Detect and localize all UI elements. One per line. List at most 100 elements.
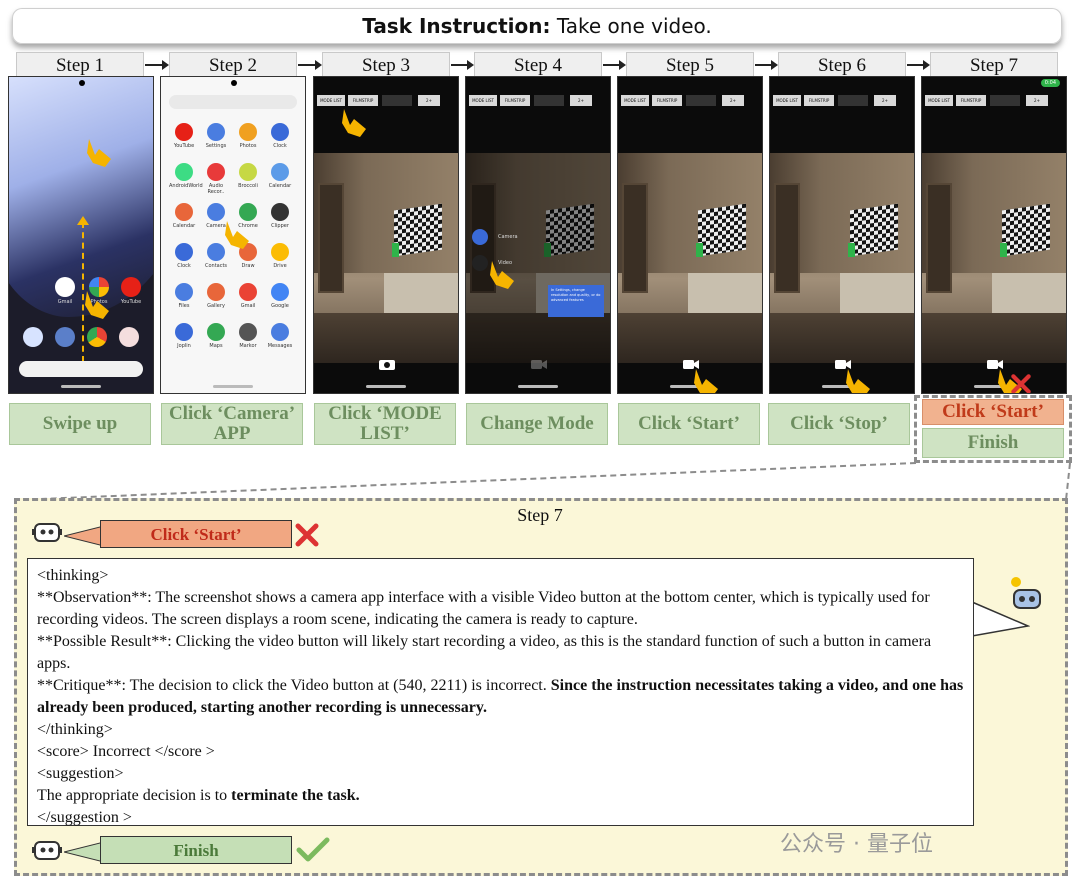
camera-top-chip [534, 95, 564, 106]
observation-label: **Observation** [37, 589, 148, 606]
app-icon [271, 283, 289, 301]
hand-pointer-icon [87, 139, 111, 167]
app-label: Broccoli [238, 183, 258, 189]
step-3-action: Click ‘MODE LIST’ [314, 403, 456, 445]
camera-viewfinder [618, 153, 762, 363]
suggestion-bold-text: terminate the task. [231, 787, 360, 804]
hand-pointer-icon [846, 369, 870, 393]
step-6-header: Step 6 [778, 52, 906, 77]
room-cabinet [688, 273, 762, 313]
app-label: Files [178, 303, 190, 309]
camera-top-chip: FILMSTRIP [956, 95, 986, 106]
camera-top-chip: 2+ [722, 95, 744, 106]
step-6-action: Click ‘Stop’ [768, 403, 910, 445]
possible-result-label: **Possible Result** [37, 633, 168, 650]
step-3-screenshot: MODE LIST FILMSTRIP 2+ [313, 76, 459, 394]
gmail-dock-icon [119, 327, 139, 347]
app-icon [175, 243, 193, 261]
app-icon [207, 163, 225, 181]
camera-top-chip: MODE LIST [925, 95, 953, 106]
camera-top-chip: 2+ [570, 95, 592, 106]
robot-agent-icon [32, 841, 62, 860]
camera-top-chip: 2+ [874, 95, 896, 106]
app-label: Photos [239, 143, 257, 149]
suggestion-text: The appropriate decision is to [37, 787, 232, 804]
app-label: Gmail [240, 303, 256, 309]
step-2-header: Step 2 [169, 52, 297, 77]
app-icon [239, 283, 257, 301]
app-label: Audio Recor.. [207, 183, 225, 195]
task-instruction-banner: Task Instruction: Take one video. [12, 8, 1062, 44]
app-icon [271, 123, 289, 141]
phone-icon [23, 327, 43, 347]
app-icon [175, 163, 193, 181]
video-record-icon [530, 357, 548, 371]
app-label: Calendar [172, 223, 196, 229]
camera-top-chip: MODE LIST [773, 95, 801, 106]
callout-pointer [64, 525, 104, 547]
possible-result-text: : Clicking the video button will likely … [37, 633, 932, 672]
recording-status-chip: 0:04 [1040, 79, 1060, 87]
room-floor [922, 313, 1066, 363]
step-5-action: Click ‘Start’ [618, 403, 760, 445]
thinking-close-tag: </thinking> [37, 721, 113, 738]
app-icon [239, 163, 257, 181]
room-floor [314, 313, 458, 363]
app-label: Contacts [204, 263, 228, 269]
room-tv [850, 203, 898, 257]
nav-pill [366, 385, 406, 388]
critique-label: **Critique** [37, 677, 122, 694]
app-icon [271, 323, 289, 341]
wrong-action-tag: Click ‘Start’ [100, 520, 292, 548]
room-tv-green [544, 243, 551, 257]
app-icon [239, 323, 257, 341]
suggestion-open-tag: <suggestion> [37, 765, 124, 782]
step-arrow [755, 60, 778, 70]
app-icon [175, 323, 193, 341]
hand-pointer-icon [694, 369, 718, 393]
camera-top-chip: MODE LIST [469, 95, 497, 106]
step-arrow [451, 60, 474, 70]
app-icon [207, 323, 225, 341]
task-instruction-label: Task Instruction: [362, 14, 551, 38]
camera-top-chip: MODE LIST [621, 95, 649, 106]
app-icon [175, 203, 193, 221]
room-tv-green [848, 243, 855, 257]
camera-top-chip [838, 95, 868, 106]
step-7-wrong-action: Click ‘Start’ [922, 399, 1064, 425]
room-shelf [622, 183, 648, 293]
app-label: Clock [273, 143, 287, 149]
camera-top-chip [990, 95, 1020, 106]
step-5-header: Step 5 [626, 52, 754, 77]
app-label: Markor [239, 343, 257, 349]
step-arrow [603, 60, 626, 70]
final-action-tag: Finish [100, 836, 292, 864]
app-label: YouTube [173, 143, 195, 149]
app-label: Clipper [271, 223, 289, 229]
nav-pill [213, 385, 253, 388]
room-shelf [926, 183, 952, 293]
room-cabinet [384, 273, 458, 313]
app-icon [271, 203, 289, 221]
callout-pointer [64, 841, 104, 863]
app-label: AndroidWorld [169, 183, 203, 189]
score-line: <score> Incorrect </score > [37, 743, 215, 760]
robot-agent-icon [32, 523, 62, 542]
room-tv [394, 203, 442, 257]
step-7-header: Step 7 [930, 52, 1058, 77]
camera-top-chip: 2+ [1026, 95, 1048, 106]
camera-viewfinder [314, 153, 458, 363]
watermark: 公众号 · 量子位 [780, 832, 933, 857]
app-label: Calendar [268, 183, 292, 189]
messages-icon [55, 327, 75, 347]
youtube-icon [121, 277, 141, 297]
app-label: Joplin [177, 343, 191, 349]
step-1-screenshot: Gmail Photos YouTube [8, 76, 154, 394]
app-icon [271, 243, 289, 261]
critic-robot-icon [1011, 577, 1041, 609]
hand-pointer-icon [225, 221, 249, 249]
observation-text: : The screenshot shows a camera app inte… [37, 589, 930, 628]
app-icon [239, 123, 257, 141]
step-3-header: Step 3 [322, 52, 450, 77]
room-cabinet [992, 273, 1066, 313]
